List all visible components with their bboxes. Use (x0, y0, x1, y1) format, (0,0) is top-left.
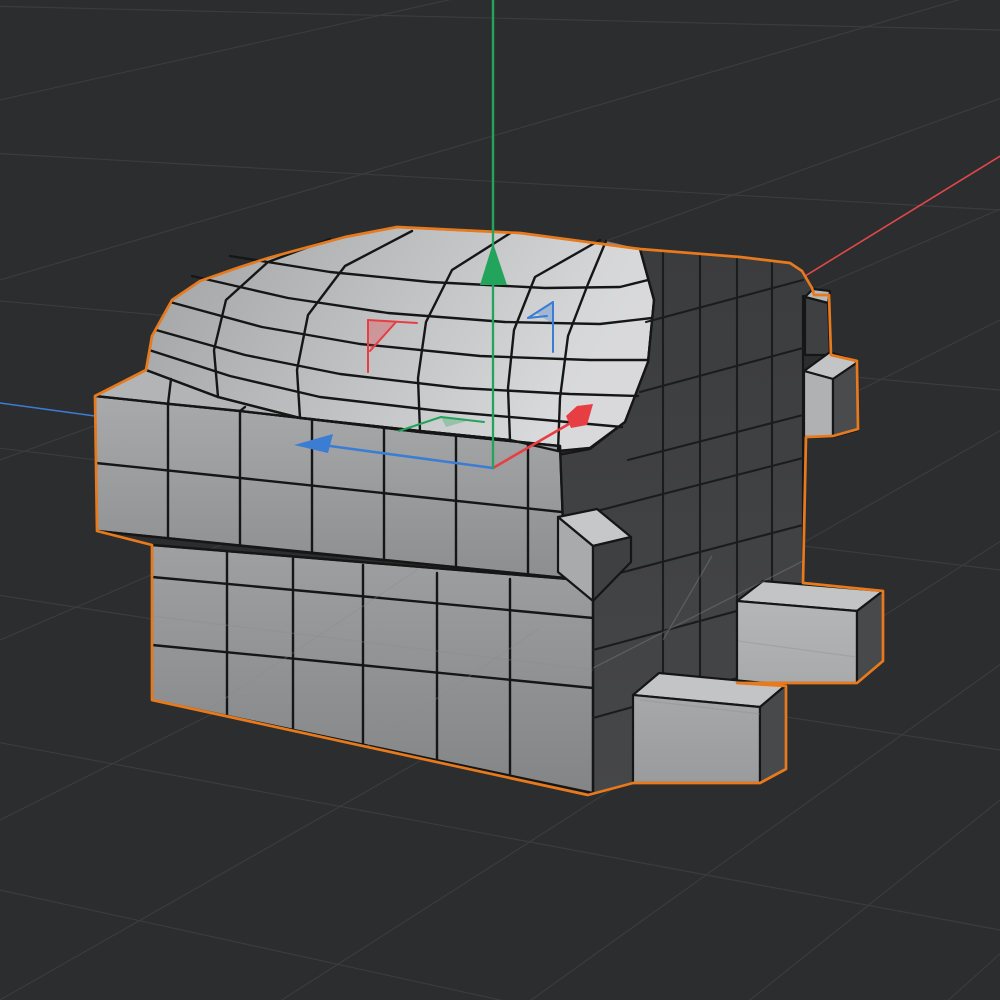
viewport-window (0, 0, 1000, 1000)
side-ear-cube[interactable] (804, 352, 858, 437)
selected-voxel-object[interactable] (95, 227, 883, 795)
leg-block-lower[interactable] (633, 673, 786, 783)
side-step-block[interactable] (805, 289, 830, 355)
viewport-canvas[interactable] (0, 0, 1000, 1000)
leg-block-upper[interactable] (737, 581, 883, 683)
leg-block-upper-face (737, 601, 857, 683)
side-ear-cube-face (804, 371, 833, 437)
leg-block-lower-face (633, 695, 760, 783)
side-step-block-face (805, 297, 830, 355)
